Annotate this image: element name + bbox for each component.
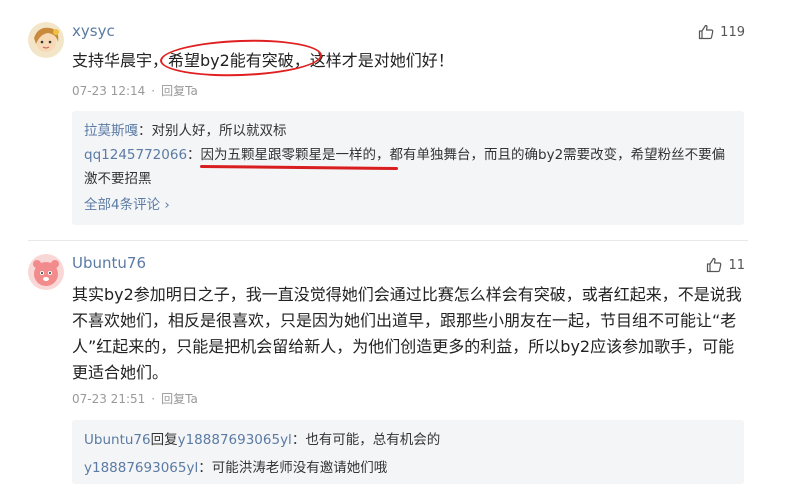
reply-button[interactable]: 回复Ta [161, 84, 198, 98]
avatar-image [28, 22, 64, 58]
avatar-image [28, 254, 64, 290]
reply-username[interactable]: y18887693065yl [84, 460, 198, 476]
reply-username[interactable]: qq1245772066 [84, 147, 187, 163]
avatar[interactable] [28, 22, 64, 58]
reply-to-label: 回复 [150, 432, 178, 448]
like-button[interactable]: 119 [698, 24, 745, 40]
thumbs-up-icon [707, 257, 722, 273]
reply-text: 也有可能，总有机会的 [305, 432, 441, 448]
reply-item: 拉莫斯嘎：对别人好，所以就双标 [84, 119, 732, 143]
comment-meta: 07-23 12:14 · 回复Ta [72, 82, 198, 99]
comment-divider [28, 240, 748, 241]
separator-dot: · [151, 84, 156, 98]
avatar[interactable] [28, 254, 64, 290]
reply-item: qq1245772066：因为五颗星跟零颗星是一样的，都有单独舞台，而且的确by… [84, 143, 732, 191]
reply-box: Ubuntu76回复y18887693065yl：也有可能，总有机会的 y188… [72, 420, 744, 484]
thumbs-up-icon [699, 24, 714, 40]
reply-text: 对别人好，所以就双标 [151, 123, 287, 139]
view-all-replies-link[interactable]: 全部4条评论 › [84, 193, 170, 217]
comment-text: 其实by2参加明日之子，我一直没觉得她们会通过比赛怎么样会有突破，或者红起来，不… [72, 285, 742, 382]
reply-target-username[interactable]: y18887693065yl [178, 432, 292, 448]
reply-separator: ： [138, 123, 152, 139]
reply-button[interactable]: 回复Ta [161, 392, 198, 406]
reply-separator: ： [291, 432, 306, 448]
reply-separator: ： [187, 147, 201, 163]
like-button[interactable]: 11 [706, 257, 745, 273]
reply-box: 拉莫斯嘎：对别人好，所以就双标 qq1245772066：因为五颗星跟零颗星是一… [72, 111, 744, 225]
like-count: 11 [728, 257, 745, 273]
reply-username[interactable]: Ubuntu76 [84, 432, 151, 448]
comment-date: 07-23 12:14 [72, 84, 146, 98]
comment-meta: 07-23 21:51 · 回复Ta [72, 390, 198, 407]
comment-text: 支持华晨宇，希望by2能有突破，这样才是对她们好！ [72, 51, 454, 70]
username[interactable]: Ubuntu76 [72, 254, 146, 272]
comment-date: 07-23 21:51 [72, 392, 146, 406]
like-count: 119 [720, 24, 745, 40]
reply-separator: ： [198, 460, 212, 476]
reply-item: y18887693065yl：可能洪涛老师没有邀请她们哦 [84, 454, 732, 482]
reply-text: 可能洪涛老师没有邀请她们哦 [211, 460, 388, 476]
reply-username[interactable]: 拉莫斯嘎 [84, 123, 138, 139]
username[interactable]: xysyc [72, 22, 115, 40]
separator-dot: · [151, 392, 156, 406]
reply-item: Ubuntu76回复y18887693065yl：也有可能，总有机会的 [84, 426, 732, 454]
